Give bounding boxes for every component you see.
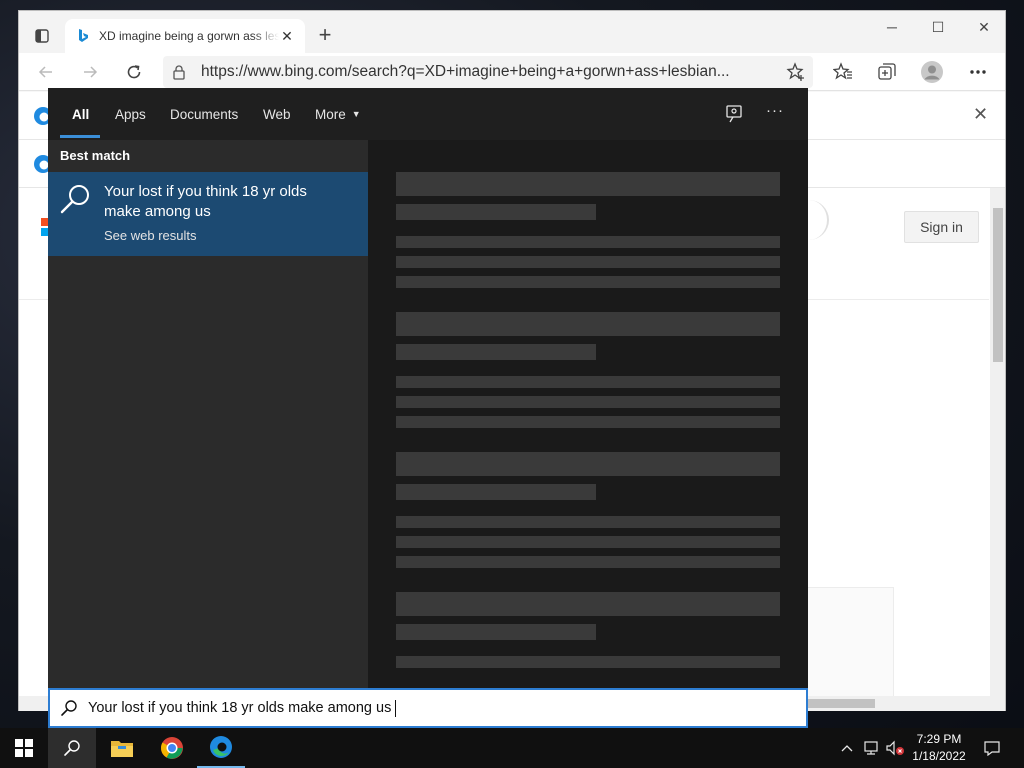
new-tab-button[interactable]: + [311, 23, 339, 49]
best-match-subtitle: See web results [104, 228, 197, 243]
feedback-icon[interactable] [724, 104, 744, 124]
chrome-icon [161, 737, 183, 759]
more-options-icon[interactable]: ··· [766, 102, 784, 119]
tab-web[interactable]: Web [263, 88, 291, 140]
minimize-button[interactable]: ─ [869, 11, 915, 43]
search-query-text: Your lost if you think 18 yr olds make a… [88, 700, 392, 716]
settings-more-icon[interactable] [963, 57, 993, 87]
bing-icon [79, 29, 88, 42]
vertical-scrollbar[interactable] [990, 188, 1005, 696]
loading-placeholder [396, 416, 780, 428]
scrollbar-thumb[interactable] [993, 208, 1003, 362]
tab-more[interactable]: More ▼ [315, 88, 361, 140]
notifications-icon[interactable] [980, 728, 1004, 768]
taskbar-search-input[interactable]: Your lost if you think 18 yr olds make a… [48, 688, 808, 728]
back-arrow-icon[interactable] [31, 57, 61, 87]
tab-close-icon[interactable]: ✕ [279, 28, 295, 45]
windows-logo-icon [15, 739, 33, 757]
loading-placeholder [396, 516, 780, 528]
maximize-button[interactable]: ☐ [915, 11, 961, 43]
clock-date: 1/18/2022 [912, 749, 966, 763]
close-window-button[interactable]: ✕ [961, 11, 1007, 43]
system-clock[interactable]: 7:29 PM 1/18/2022 [900, 731, 978, 765]
start-button[interactable] [0, 728, 48, 768]
best-match-heading: Best match [60, 148, 131, 163]
forward-arrow-icon[interactable] [75, 57, 105, 87]
search-icon [61, 700, 77, 716]
chrome-button[interactable] [148, 728, 196, 768]
clock-time: 7:29 PM [916, 732, 962, 746]
loading-placeholder [396, 376, 780, 388]
collections-icon[interactable] [872, 57, 902, 87]
loading-placeholder [396, 656, 780, 668]
network-icon[interactable] [860, 728, 882, 768]
refresh-icon[interactable] [119, 57, 149, 87]
best-match-title: Your lost if you think 18 yr olds make a… [104, 183, 307, 220]
taskbar-search-button[interactable] [48, 728, 96, 768]
search-scope-tabs: All Apps Documents Web More ▼ ··· [48, 88, 808, 140]
loading-placeholder [396, 312, 780, 336]
add-favorite-icon[interactable] [781, 57, 811, 87]
profile-avatar-icon[interactable] [917, 57, 947, 87]
results-list: Best match Your lost if you think 18 yr … [48, 140, 368, 688]
show-hidden-icons-chevron-icon[interactable] [836, 728, 858, 768]
loading-placeholder [396, 624, 596, 640]
sign-in-button[interactable]: Sign in [904, 211, 979, 243]
tab-actions-icon[interactable] [27, 21, 57, 51]
loading-placeholder [396, 536, 780, 548]
folder-icon [111, 741, 133, 757]
tab-title: XD imagine being a gorwn ass lesbian [99, 29, 279, 43]
loading-placeholder [396, 204, 596, 220]
chevron-down-icon: ▼ [351, 109, 361, 119]
loading-placeholder [396, 556, 780, 568]
address-bar[interactable]: https://www.bing.com/search?q=XD+imagine… [163, 56, 813, 88]
tab-documents[interactable]: Documents [170, 88, 238, 140]
tab-strip: XD imagine being a gorwn ass lesbian ✕ +… [19, 11, 1005, 53]
browser-toolbar: https://www.bing.com/search?q=XD+imagine… [19, 53, 1005, 91]
loading-placeholder [396, 592, 780, 616]
loading-placeholder [396, 396, 780, 408]
loading-placeholder [396, 452, 780, 476]
windows-search-panel: All Apps Documents Web More ▼ ··· Best m… [48, 88, 808, 688]
infobar-close-icon[interactable]: ✕ [973, 104, 988, 125]
edge-button[interactable] [197, 728, 245, 768]
loading-placeholder [396, 344, 596, 360]
loading-placeholder [396, 172, 780, 196]
url-text: https://www.bing.com/search?q=XD+imagine… [201, 63, 730, 80]
loading-placeholder [396, 276, 780, 288]
favorites-icon[interactable] [828, 57, 858, 87]
tab-apps[interactable]: Apps [115, 88, 146, 140]
browser-tab[interactable]: XD imagine being a gorwn ass lesbian ✕ [65, 19, 305, 53]
taskbar: 7:29 PM 1/18/2022 [0, 728, 1024, 768]
best-match-result[interactable]: Your lost if you think 18 yr olds make a… [48, 172, 368, 256]
loading-placeholder [396, 256, 780, 268]
edge-icon [210, 736, 232, 758]
loading-placeholder [396, 236, 780, 248]
search-icon [64, 740, 80, 756]
text-caret [395, 699, 397, 717]
loading-placeholder [396, 484, 596, 500]
lock-icon [173, 65, 185, 80]
search-icon [60, 185, 89, 214]
file-explorer-button[interactable] [98, 728, 146, 768]
preview-pane-loading [368, 140, 808, 688]
tab-all[interactable]: All [72, 88, 89, 140]
tab-more-label: More [315, 106, 346, 122]
active-tab-indicator [60, 135, 100, 138]
